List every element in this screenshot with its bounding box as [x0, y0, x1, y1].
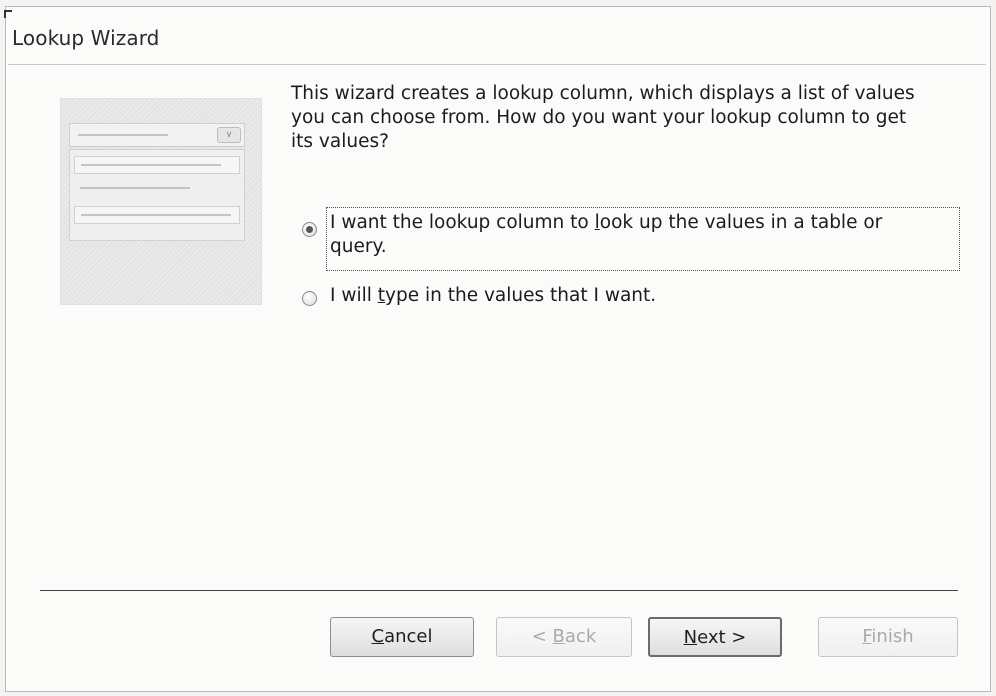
option-lookup-table-label[interactable]: I want the lookup column to look up the … — [330, 211, 950, 259]
radio-lookup-table-query[interactable] — [302, 222, 317, 237]
radio-type-values[interactable] — [302, 291, 317, 306]
title-divider — [8, 64, 986, 65]
option-type-values-label[interactable]: I will type in the values that I want. — [330, 284, 656, 308]
description-line-1: This wizard creates a lookup column, whi… — [291, 83, 915, 104]
button-area-divider — [40, 590, 958, 591]
illustration-combo-box: ∨ — [69, 123, 245, 147]
description-line-3: its values? — [291, 131, 389, 152]
wizard-description: This wizard creates a lookup column, whi… — [291, 82, 971, 154]
illustration-dropdown-icon: ∨ — [217, 127, 241, 143]
corner-mark — [4, 10, 12, 18]
illustration-list — [69, 149, 245, 241]
dialog-title: Lookup Wizard — [12, 26, 160, 50]
cancel-button[interactable]: Cancel — [330, 617, 474, 657]
description-line-2: you can choose from. How do you want you… — [291, 107, 907, 128]
finish-button[interactable]: Finish — [818, 617, 958, 657]
back-button[interactable]: < Back — [496, 617, 632, 657]
lookup-illustration: ∨ — [60, 98, 262, 305]
next-button[interactable]: Next > — [648, 617, 782, 657]
